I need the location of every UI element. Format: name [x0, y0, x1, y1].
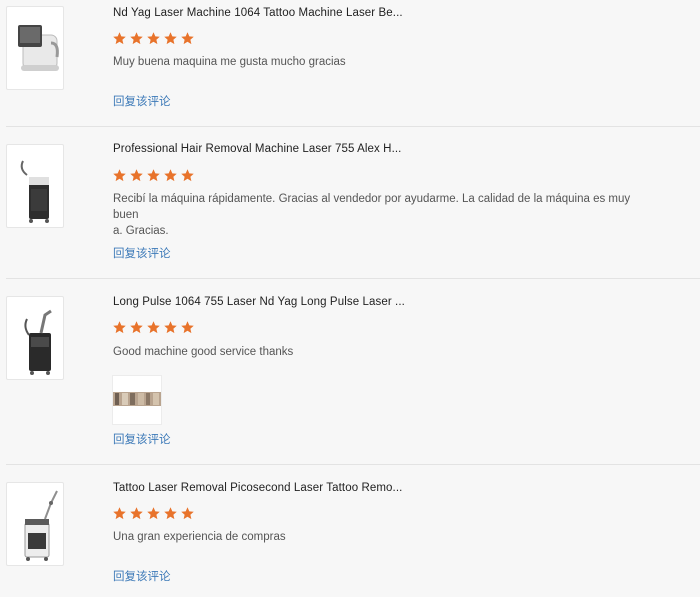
reply-link[interactable]: 回复该评论 [113, 568, 171, 584]
star-icon [164, 321, 177, 334]
star-icon [113, 507, 126, 520]
star-icon [113, 169, 126, 182]
star-icon [130, 169, 143, 182]
star-icon [164, 507, 177, 520]
product-title[interactable]: Nd Yag Laser Machine 1064 Tattoo Machine… [113, 7, 403, 19]
standing-laser-machine-icon [20, 160, 49, 223]
review-comment: Recibí la máquina rápidamente. Gracias a… [113, 191, 658, 239]
review-comment: Good machine good service thanks [113, 346, 294, 358]
reply-link[interactable]: 回复该评论 [113, 245, 171, 261]
star-icon [164, 169, 177, 182]
product-thumbnail[interactable] [6, 296, 64, 380]
divider [6, 278, 700, 279]
star-icon [147, 507, 160, 520]
product-title[interactable]: Tattoo Laser Removal Picosecond Laser Ta… [113, 482, 402, 494]
tabletop-laser-machine-icon [18, 25, 59, 71]
star-rating [112, 320, 195, 336]
star-icon [181, 169, 194, 182]
product-title[interactable]: Long Pulse 1064 755 Laser Nd Yag Long Pu… [113, 296, 405, 308]
star-icon [113, 321, 126, 334]
star-rating [112, 506, 195, 522]
star-icon [181, 32, 194, 45]
articulated-arm-laser-machine-icon [24, 490, 58, 561]
star-icon [113, 32, 126, 45]
star-icon [181, 507, 194, 520]
review-comment-line: a. Gracias. [113, 225, 169, 237]
product-thumbnail[interactable] [6, 144, 64, 228]
reply-link[interactable]: 回复该评论 [113, 431, 171, 447]
review-comment: Muy buena maquina me gusta mucho gracias [113, 56, 346, 68]
star-icon [164, 32, 177, 45]
star-rating [112, 168, 195, 184]
tall-arm-laser-machine-icon [24, 309, 52, 375]
star-icon [147, 32, 160, 45]
star-icon [147, 169, 160, 182]
divider [6, 126, 700, 127]
star-icon [130, 32, 143, 45]
review-photo-icon [113, 392, 161, 406]
star-icon [130, 507, 143, 520]
product-thumbnail[interactable] [6, 6, 64, 90]
star-rating [112, 31, 195, 47]
product-title[interactable]: Professional Hair Removal Machine Laser … [113, 143, 401, 155]
star-icon [181, 321, 194, 334]
divider [6, 464, 700, 465]
review-comment-line: Recibí la máquina rápidamente. Gracias a… [113, 193, 631, 221]
review-photo[interactable] [112, 375, 162, 425]
product-thumbnail[interactable] [6, 482, 64, 566]
reply-link[interactable]: 回复该评论 [113, 93, 171, 109]
star-icon [130, 321, 143, 334]
star-icon [147, 321, 160, 334]
review-comment: Una gran experiencia de compras [113, 531, 286, 543]
